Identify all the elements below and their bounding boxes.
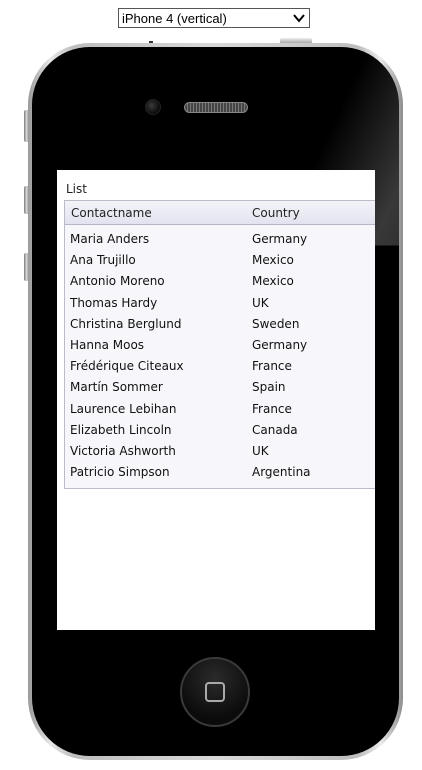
device-select-value: iPhone 4 (vertical) (122, 10, 227, 26)
country-cell: UK (252, 443, 269, 458)
country-cell: France (252, 359, 292, 374)
table-row[interactable]: Frédérique Citeaux France (65, 353, 375, 374)
contactname-cell: Antonio Moreno (70, 274, 165, 289)
table-row[interactable]: Hanna Moos Germany (65, 332, 375, 353)
table-row[interactable]: Christina Berglund Sweden (65, 311, 375, 332)
contactname-cell: Frédérique Citeaux (70, 359, 184, 374)
chevron-down-icon (293, 14, 305, 23)
table-row[interactable]: Patricio Simpson Argentina (65, 459, 375, 480)
front-camera-icon (145, 99, 161, 115)
contactname-cell: Elizabeth Lincoln (70, 422, 172, 437)
country-cell: Canada (252, 422, 298, 437)
country-cell: Germany (252, 232, 308, 246)
table-row[interactable]: Martín Sommer Spain (65, 374, 375, 395)
grid-header: Contactname Country (65, 201, 375, 225)
column-header-country[interactable]: Country (252, 206, 300, 220)
table-row[interactable]: Elizabeth Lincoln Canada (65, 417, 375, 438)
device-select[interactable]: iPhone 4 (vertical) (118, 8, 310, 28)
contactname-cell: Hanna Moos (70, 337, 145, 352)
table-row[interactable]: Maria Anders Germany (65, 226, 375, 247)
grid-rows: Maria Anders Germany Ana Trujillo Mexico Ant… (65, 226, 375, 480)
list-title: List (66, 182, 87, 196)
country-cell: Sweden (252, 316, 300, 331)
home-button-icon (205, 682, 225, 702)
country-cell: Spain (252, 380, 286, 395)
country-cell: UK (252, 295, 269, 310)
contactname-cell: Thomas Hardy (70, 295, 158, 310)
contactname-cell: Christina Berglund (70, 316, 182, 331)
country-cell: Germany (252, 337, 308, 352)
table-row[interactable]: Antonio Moreno Mexico (65, 268, 375, 289)
country-cell: Argentina (252, 465, 311, 480)
contactname-cell: Maria Anders (70, 232, 150, 246)
country-cell: Mexico (252, 253, 294, 268)
contactname-cell: Martín Sommer (70, 380, 163, 395)
table-row[interactable]: Ana Trujillo Mexico (65, 247, 375, 268)
country-cell: Mexico (252, 274, 294, 289)
contactname-cell: Laurence Lebihan (70, 401, 177, 416)
contacts-grid[interactable]: Contactname Country Maria Anders Germany A… (64, 200, 375, 489)
contactname-cell: Ana Trujillo (70, 253, 136, 268)
earpiece-speaker (184, 102, 248, 113)
contactname-cell: Victoria Ashworth (70, 443, 176, 458)
table-row[interactable]: Victoria Ashworth UK (65, 438, 375, 459)
column-header-contactname[interactable]: Contactname (71, 206, 152, 220)
phone-screen: List Contactname Country Maria Anders Ger… (57, 170, 375, 630)
table-row[interactable]: Thomas Hardy UK (65, 290, 375, 311)
country-cell: France (252, 401, 292, 416)
contactname-cell: Patricio Simpson (70, 465, 170, 480)
home-button[interactable] (180, 657, 250, 727)
table-row[interactable]: Laurence Lebihan France (65, 396, 375, 417)
